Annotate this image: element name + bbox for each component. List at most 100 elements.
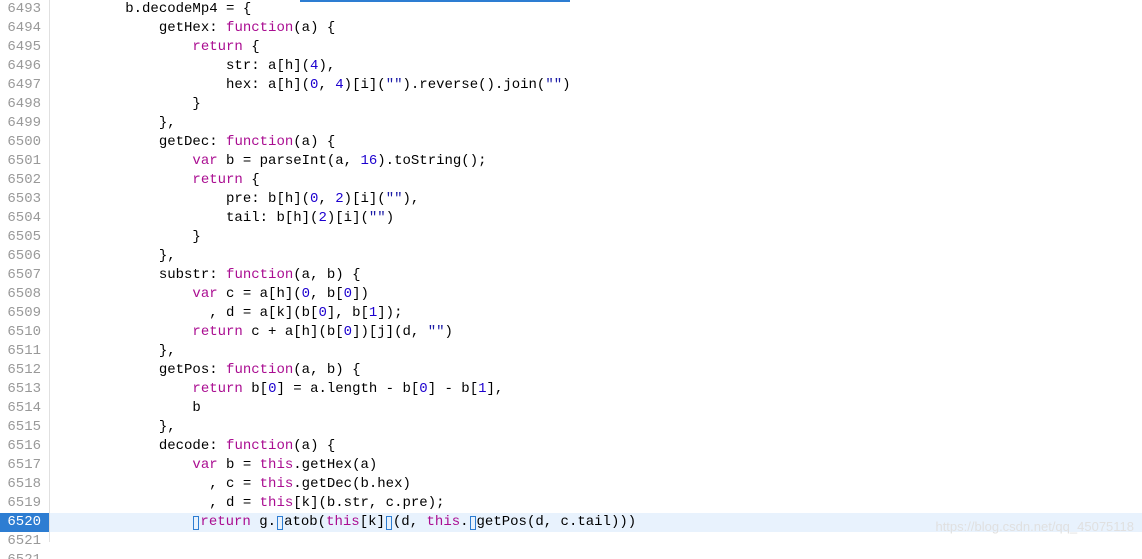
- line-number: 6500: [6, 133, 41, 152]
- line-number: 6503: [6, 190, 41, 209]
- code-token: )[i](: [327, 210, 369, 226]
- code-token: 2: [318, 210, 326, 226]
- code-token: , d =: [209, 495, 259, 511]
- code-token: (a) {: [293, 134, 335, 150]
- code-token: )[i](: [344, 191, 386, 207]
- code-line[interactable]: getHex: function(a) {: [58, 19, 1142, 38]
- code-line[interactable]: }: [58, 95, 1142, 114]
- code-token: getPos(d, c.tail))): [477, 514, 637, 530]
- code-token: hex: a[h](: [226, 77, 310, 93]
- code-content[interactable]: b.decodeMp4 = { getHex: function(a) { re…: [50, 0, 1142, 542]
- line-number: 6521: [6, 551, 41, 559]
- code-line[interactable]: return b[0] = a.length - b[0] - b[1],: [58, 380, 1142, 399]
- code-editor[interactable]: 6493649464956496649764986499650065016502…: [0, 0, 1142, 542]
- code-token: {: [243, 172, 260, 188]
- code-line[interactable]: },: [58, 114, 1142, 133]
- code-token: function: [226, 134, 293, 150]
- code-token: 0: [302, 286, 310, 302]
- code-token: function: [226, 267, 293, 283]
- code-token: getDec:: [159, 134, 226, 150]
- line-number-gutter: 6493649464956496649764986499650065016502…: [0, 0, 50, 542]
- code-token: substr:: [159, 267, 226, 283]
- line-number: 6515: [6, 418, 41, 437]
- code-token: ],: [487, 381, 504, 397]
- code-token: b =: [218, 457, 260, 473]
- code-line[interactable]: , c = this.getDec(b.hex): [58, 475, 1142, 494]
- code-line[interactable]: substr: function(a, b) {: [58, 266, 1142, 285]
- code-token: },: [159, 419, 176, 435]
- code-token: this: [326, 514, 360, 530]
- code-token: c + a[h](b[: [243, 324, 344, 340]
- code-token: [k](b.str, c.pre);: [293, 495, 444, 511]
- code-line[interactable]: hex: a[h](0, 4)[i]("").reverse().join(""…: [58, 76, 1142, 95]
- line-number: 6510: [6, 323, 41, 342]
- code-token: c = a[h](: [218, 286, 302, 302]
- code-token: this: [260, 476, 294, 492]
- code-token: ,: [318, 191, 335, 207]
- line-number: 6513: [6, 380, 41, 399]
- code-token: return: [192, 39, 242, 55]
- code-token: 2: [335, 191, 343, 207]
- code-line[interactable]: return g.atob(this[k](d, this.getPos(d, …: [50, 513, 1142, 532]
- code-token: }: [192, 229, 200, 245]
- code-token: ).toString();: [377, 153, 486, 169]
- code-token: ]): [352, 286, 369, 302]
- code-line[interactable]: , d = this[k](b.str, c.pre);: [58, 494, 1142, 513]
- line-number: 6520: [0, 513, 49, 532]
- line-number: 6511: [6, 342, 41, 361]
- code-line[interactable]: b.decodeMp4 = {: [58, 0, 1142, 19]
- code-line[interactable]: var b = this.getHex(a): [58, 456, 1142, 475]
- code-line[interactable]: , d = a[k](b[0], b[1]);: [58, 304, 1142, 323]
- code-token: this: [427, 514, 461, 530]
- line-number: 6518: [6, 475, 41, 494]
- code-line[interactable]: pre: b[h](0, 2)[i](""),: [58, 190, 1142, 209]
- code-line[interactable]: getDec: function(a) {: [58, 133, 1142, 152]
- code-line[interactable]: getPos: function(a, b) {: [58, 361, 1142, 380]
- code-line[interactable]: decode: function(a) {: [58, 437, 1142, 456]
- code-token: ): [445, 324, 453, 340]
- line-number: 6497: [6, 76, 41, 95]
- code-line[interactable]: tail: b[h](2)[i](""): [58, 209, 1142, 228]
- code-line[interactable]: },: [58, 418, 1142, 437]
- code-token: .getDec(b.hex): [293, 476, 411, 492]
- code-token: 0: [344, 286, 352, 302]
- code-line[interactable]: b: [58, 399, 1142, 418]
- code-line[interactable]: var c = a[h](0, b[0]): [58, 285, 1142, 304]
- code-line[interactable]: },: [58, 342, 1142, 361]
- code-token: function: [226, 438, 293, 454]
- code-token: atob(: [284, 514, 326, 530]
- code-line[interactable]: [58, 551, 1142, 559]
- code-token: b: [192, 400, 200, 416]
- line-number: 6519: [6, 494, 41, 513]
- code-line[interactable]: var b = parseInt(a, 16).toString();: [58, 152, 1142, 171]
- line-number: 6508: [6, 285, 41, 304]
- code-token: ),: [403, 191, 420, 207]
- line-number: 6516: [6, 437, 41, 456]
- code-line[interactable]: return c + a[h](b[0])[j](d, ""): [58, 323, 1142, 342]
- code-token: ] = a.length - b[: [276, 381, 419, 397]
- code-line[interactable]: str: a[h](4),: [58, 57, 1142, 76]
- code-line[interactable]: return {: [58, 171, 1142, 190]
- code-token: var: [192, 286, 217, 302]
- code-token: getPos:: [159, 362, 226, 378]
- code-line[interactable]: }: [58, 228, 1142, 247]
- code-line[interactable]: },: [58, 247, 1142, 266]
- code-token: return: [192, 172, 242, 188]
- line-number: 6495: [6, 38, 41, 57]
- code-token: (a) {: [293, 20, 335, 36]
- line-number: 6505: [6, 228, 41, 247]
- code-token: 4: [335, 77, 343, 93]
- code-token: (a, b) {: [293, 362, 360, 378]
- code-token: 16: [360, 153, 377, 169]
- code-token: (d,: [393, 514, 427, 530]
- code-token: , b[: [310, 286, 344, 302]
- code-token: 0: [419, 381, 427, 397]
- code-line[interactable]: return {: [58, 38, 1142, 57]
- code-token: decode:: [159, 438, 226, 454]
- code-token: "": [428, 324, 445, 340]
- code-token: return: [192, 381, 242, 397]
- line-number: 6509: [6, 304, 41, 323]
- code-token: },: [159, 248, 176, 264]
- line-number: 6501: [6, 152, 41, 171]
- code-token: },: [159, 115, 176, 131]
